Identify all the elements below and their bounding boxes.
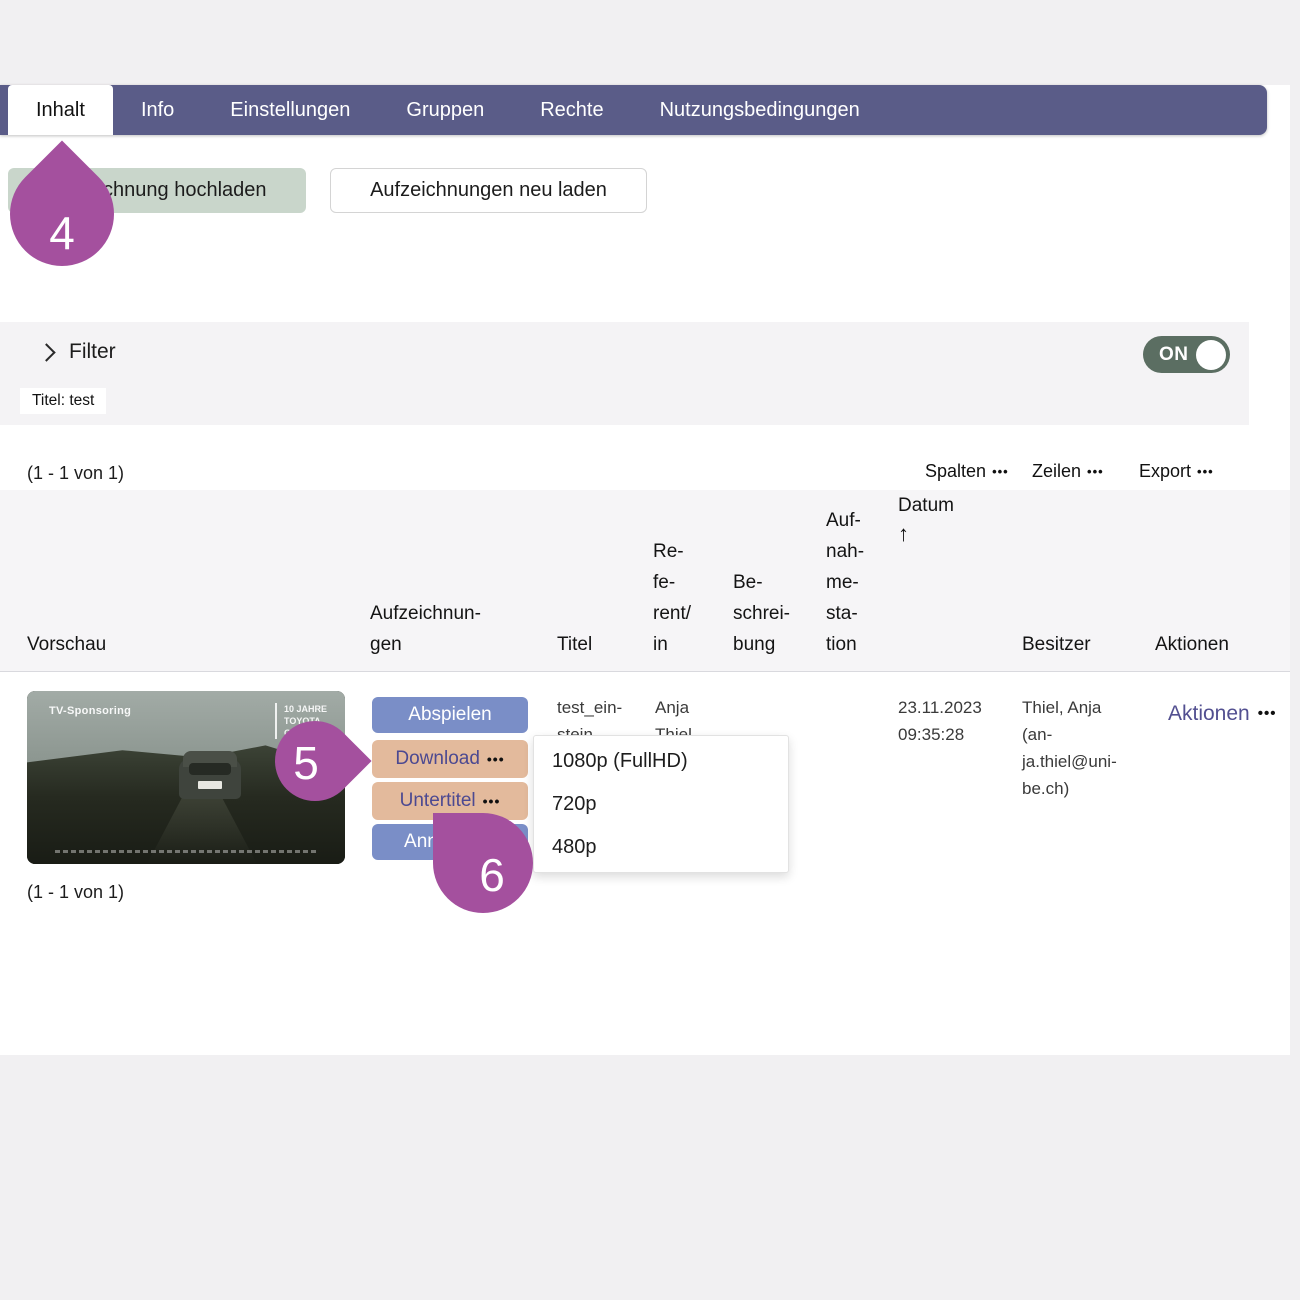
table-header-row [0, 490, 1290, 672]
ellipsis-icon: ••• [1197, 464, 1214, 479]
tab-nutzungsbedingungen[interactable]: Nutzungsbedingungen [632, 85, 888, 135]
ellipsis-icon: ••• [1087, 464, 1104, 479]
callout-step-5-number: 5 [293, 740, 319, 786]
thumbnail-sponsoring-label: TV-Sponsoring [49, 705, 131, 717]
columns-label: Spalten [925, 461, 986, 482]
column-header-titel[interactable]: Titel [557, 490, 592, 660]
ellipsis-icon: ••• [1258, 700, 1277, 727]
tab-gruppen[interactable]: Gruppen [378, 85, 512, 135]
callout-step-4-number: 4 [49, 210, 75, 256]
column-header-vorschau[interactable]: Vorschau [27, 490, 106, 660]
cell-besitzer: Thiel, Anja (an- ja.thiel@uni- be.ch) [1022, 694, 1117, 802]
tab-info[interactable]: Info [113, 85, 202, 135]
column-header-datum[interactable]: Datum ↑ [898, 490, 954, 660]
filter-toggle[interactable]: ON [1143, 336, 1230, 373]
cell-datum: 23.11.2023 09:35:28 [898, 694, 982, 748]
row-actions-button[interactable]: Aktionen ••• [1168, 700, 1277, 727]
dropdown-item-1080p[interactable]: 1080p (FullHD) [534, 740, 788, 783]
thumbnail-fineprint [55, 850, 317, 853]
tab-rechte[interactable]: Rechte [512, 85, 631, 135]
filter-expander[interactable]: Filter [40, 340, 116, 364]
screen: Inhalt Info Einstellungen Gruppen Rechte… [0, 0, 1300, 1300]
reload-recordings-button[interactable]: Aufzeichnungen neu laden [330, 168, 647, 213]
dropdown-item-480p[interactable]: 480p [534, 826, 788, 869]
datum-label: Datum [898, 490, 954, 521]
column-header-aufzeichnungen[interactable]: Aufzeichnun- gen [370, 490, 481, 660]
toggle-knob [1196, 340, 1226, 370]
column-header-aktionen: Aktionen [1155, 490, 1229, 660]
dropdown-item-720p[interactable]: 720p [534, 783, 788, 826]
columns-menu-button[interactable]: Spalten ••• [925, 461, 1009, 482]
chevron-right-icon [37, 343, 55, 361]
column-header-beschreibung[interactable]: Be- schrei- bung [733, 490, 790, 660]
callout-step-6-number: 6 [479, 852, 505, 898]
ellipsis-icon: ••• [487, 751, 505, 767]
ellipsis-icon: ••• [483, 793, 501, 809]
result-count-bottom: (1 - 1 von 1) [27, 882, 124, 903]
tab-inhalt[interactable]: Inhalt [8, 85, 113, 135]
export-menu-button[interactable]: Export ••• [1139, 461, 1214, 482]
result-count-top: (1 - 1 von 1) [27, 463, 124, 484]
car-image [179, 749, 241, 799]
subtitles-label: Untertitel [400, 790, 476, 812]
filter-bar [0, 322, 1249, 425]
filter-label: Filter [69, 340, 116, 364]
column-header-referent[interactable]: Re- fe- rent/ in [653, 490, 691, 660]
sort-ascending-icon: ↑ [898, 521, 909, 547]
column-header-aufnahmestation[interactable]: Auf- nah- me- sta- tion [826, 490, 864, 660]
rows-menu-button[interactable]: Zeilen ••• [1032, 461, 1104, 482]
export-label: Export [1139, 461, 1191, 482]
filter-chip-titel[interactable]: Titel: test [20, 388, 106, 414]
top-nav: Inhalt Info Einstellungen Gruppen Rechte… [0, 85, 1267, 135]
tab-einstellungen[interactable]: Einstellungen [202, 85, 378, 135]
download-label: Download [395, 748, 480, 770]
download-button[interactable]: Download ••• [372, 740, 528, 778]
download-quality-dropdown: 1080p (FullHD) 720p 480p [533, 735, 789, 873]
ellipsis-icon: ••• [992, 464, 1009, 479]
toggle-on-label: ON [1159, 344, 1189, 366]
rows-label: Zeilen [1032, 461, 1081, 482]
play-button[interactable]: Abspielen [372, 697, 528, 733]
column-header-besitzer[interactable]: Besitzer [1022, 490, 1091, 660]
actions-label: Aktionen [1168, 700, 1250, 727]
license-plate [198, 781, 222, 789]
